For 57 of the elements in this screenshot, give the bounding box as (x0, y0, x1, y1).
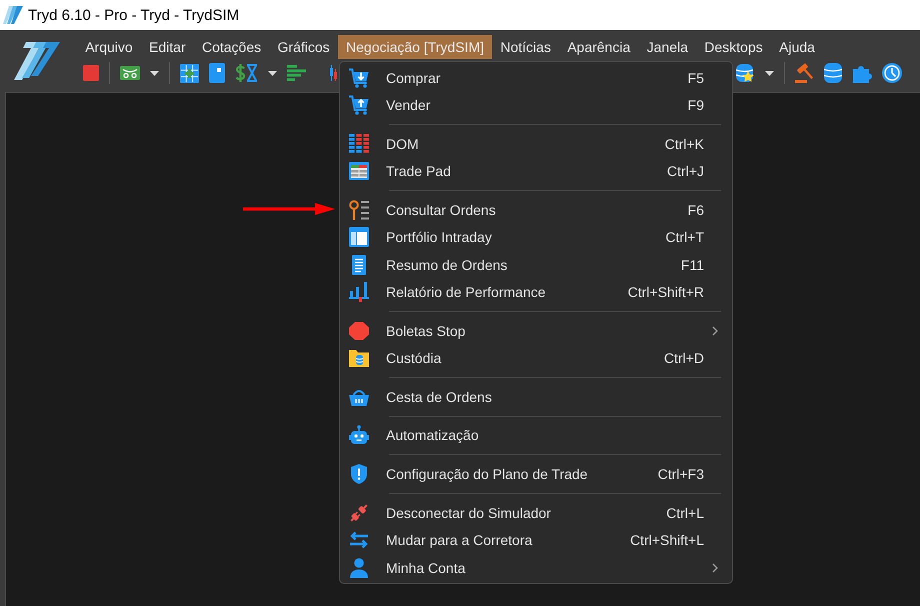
menu-item[interactable]: Automatização (340, 422, 732, 450)
magnifier-list-icon (349, 200, 369, 220)
swap-arrows-icon (349, 530, 369, 550)
grid-plus-icon[interactable] (180, 64, 199, 82)
menu-item[interactable]: Consultar Ordens F6 (340, 196, 732, 224)
trade-pad-icon (349, 161, 369, 182)
menu-bar-item[interactable]: Janela (638, 35, 696, 59)
menu-item[interactable]: Mudar para a Corretora Ctrl+Shift+L (340, 526, 732, 554)
window-layout-icon (349, 227, 369, 248)
menu-item[interactable]: Configuração do Plano de Trade Ctrl+F3 (340, 460, 732, 488)
clock-icon[interactable] (882, 63, 902, 83)
menu-item[interactable]: Desconectar do Simulador Ctrl+L (340, 499, 732, 527)
window-title: Tryd 6.10 - Pro - Tryd - TrydSIM (28, 6, 240, 24)
chevron-right-icon (712, 326, 718, 336)
cassette-icon[interactable] (120, 66, 140, 80)
menu-bar-item[interactable]: Gráficos (269, 35, 338, 59)
menu-bar-item[interactable]: Arquivo (77, 35, 141, 59)
menu-bar-item[interactable]: Ajuda (770, 35, 824, 59)
order-book-icon (349, 134, 369, 154)
menu-bar-item[interactable]: Desktops (696, 35, 771, 59)
menu-item[interactable]: DOM Ctrl+K (340, 130, 732, 158)
bar-chart-icon (349, 282, 369, 302)
cart-down-icon (349, 68, 369, 88)
folder-database-icon (349, 348, 369, 368)
menu-item[interactable]: Custódia Ctrl+D (340, 344, 732, 372)
robot-icon (349, 425, 369, 446)
menu-bar-item[interactable]: Editar (140, 35, 194, 59)
caret-down-icon[interactable] (765, 70, 774, 76)
person-icon (349, 558, 369, 578)
candlestick-icon[interactable] (330, 65, 337, 81)
app-logo-icon (3, 6, 23, 24)
chevron-right-icon (712, 562, 718, 573)
menu-item[interactable]: Trade Pad Ctrl+J (340, 157, 732, 185)
menu-item[interactable]: Vender F9 (340, 91, 732, 119)
horizontal-bars-icon[interactable] (287, 65, 306, 81)
caret-down-icon[interactable] (268, 70, 277, 76)
menu-item[interactable]: Portfólio Intraday Ctrl+T (340, 224, 732, 251)
menu-item[interactable]: Relatório de Performance Ctrl+Shift+R (340, 278, 732, 306)
plug-icon (349, 502, 369, 523)
caret-down-icon[interactable] (150, 70, 159, 76)
gavel-icon[interactable] (795, 63, 814, 83)
menu-bar-item[interactable]: Notícias (492, 35, 560, 59)
menu-bar-item[interactable]: Aparência (559, 35, 639, 59)
dollar-hourglass-icon[interactable] (235, 63, 258, 83)
menu-item[interactable]: Cesta de Ordens (340, 383, 732, 410)
tablet-icon[interactable] (209, 63, 225, 83)
stop-octagon-icon (349, 320, 369, 341)
menu-item[interactable]: Boletas Stop (340, 317, 732, 344)
cart-up-icon (349, 95, 369, 116)
menu-item[interactable]: Comprar F5 (340, 64, 732, 92)
menu-item[interactable]: Minha Conta (340, 554, 732, 582)
database-icon[interactable] (824, 63, 842, 83)
shield-icon (349, 464, 369, 484)
document-icon (349, 254, 369, 275)
menu-bar-item[interactable]: Cotações (194, 35, 270, 59)
menu-item[interactable]: Resumo de Ordens F11 (340, 250, 732, 278)
puzzle-icon[interactable] (852, 63, 872, 83)
